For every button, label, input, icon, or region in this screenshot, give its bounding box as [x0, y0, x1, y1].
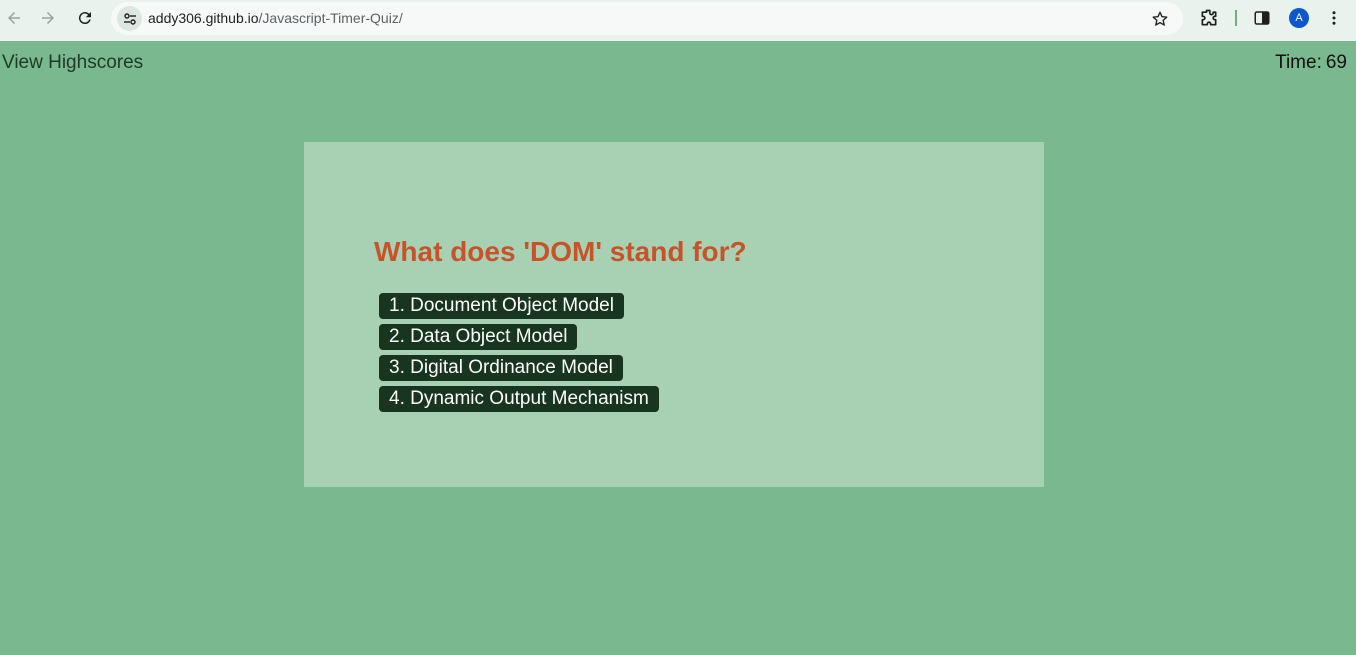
view-highscores-link[interactable]: View Highscores: [2, 52, 143, 74]
answer-choice-2[interactable]: 2. Data Object Model: [379, 324, 578, 350]
url-path: /Javascript-Timer-Quiz/: [258, 10, 403, 26]
bookmark-star-icon[interactable]: [1149, 8, 1171, 30]
reload-icon[interactable]: [73, 6, 97, 30]
back-arrow-icon[interactable]: [2, 6, 26, 30]
timer-label: Time:: [1275, 52, 1322, 73]
url-host: addy306.github.io: [148, 10, 259, 26]
profile-avatar[interactable]: A: [1289, 8, 1309, 28]
forward-arrow-icon[interactable]: [36, 6, 60, 30]
toolbar-divider: [1235, 10, 1237, 26]
address-bar[interactable]: addy306.github.io/Javascript-Timer-Quiz/: [111, 2, 1183, 35]
url-text[interactable]: addy306.github.io/Javascript-Timer-Quiz/: [148, 10, 403, 27]
answer-choices: 1. Document Object Model 2. Data Object …: [379, 293, 659, 417]
timer-value: 69: [1325, 52, 1347, 73]
side-panel-icon[interactable]: [1250, 6, 1274, 30]
answer-choice-3[interactable]: 3. Digital Ordinance Model: [379, 355, 623, 381]
question-text: What does 'DOM' stand for?: [374, 236, 747, 267]
more-menu-icon[interactable]: [1322, 6, 1346, 30]
answer-choice-1[interactable]: 1. Document Object Model: [379, 293, 624, 319]
extensions-icon[interactable]: [1197, 6, 1221, 30]
answer-choice-4[interactable]: 4. Dynamic Output Mechanism: [379, 386, 659, 412]
site-info-icon[interactable]: [117, 6, 142, 31]
quiz-card: What does 'DOM' stand for? 1. Document O…: [304, 142, 1044, 487]
timer: Time: 69: [1275, 52, 1347, 74]
browser-toolbar: addy306.github.io/Javascript-Timer-Quiz/…: [0, 0, 1356, 41]
